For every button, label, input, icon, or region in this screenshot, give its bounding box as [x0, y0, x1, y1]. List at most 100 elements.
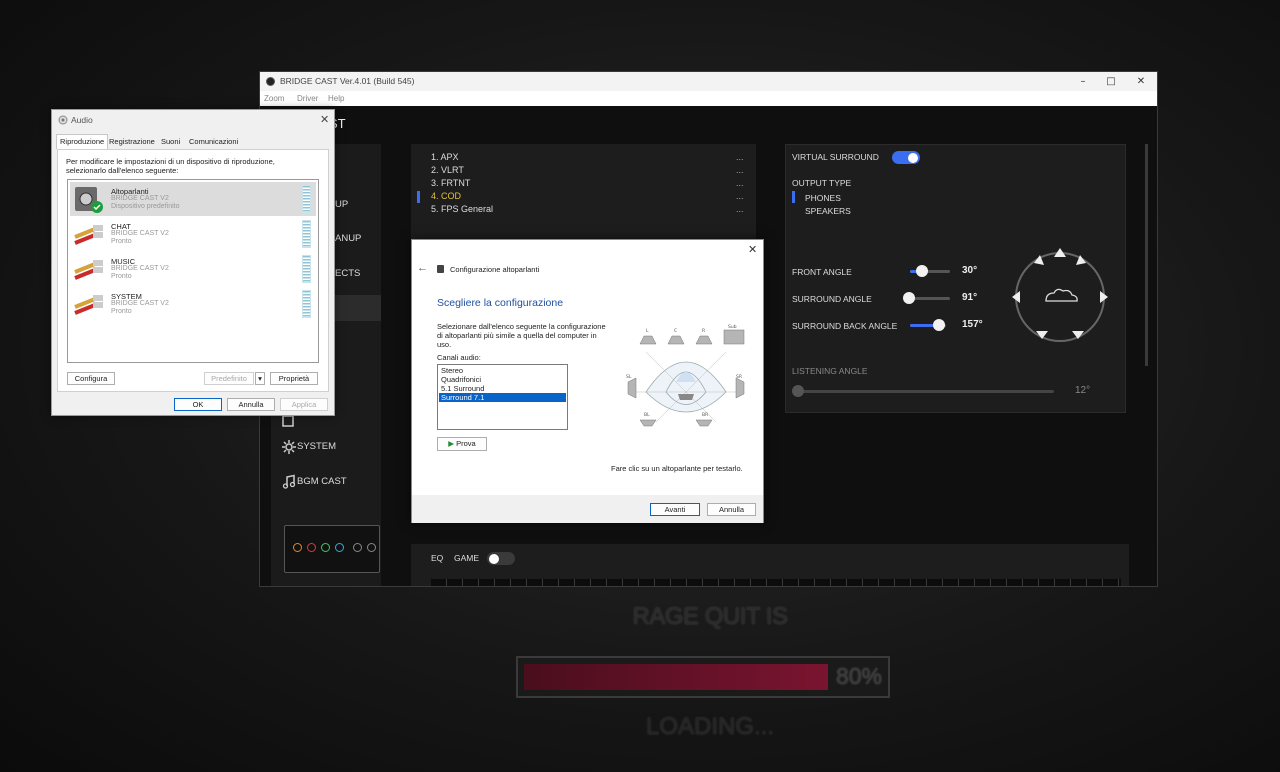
preset-item-2[interactable]: 2. VLRT... — [431, 165, 744, 175]
close-button[interactable]: ✕ — [1129, 74, 1153, 89]
speaker-label: BR — [702, 412, 708, 418]
preset-item-3[interactable]: 3. FRTNT... — [431, 178, 744, 188]
preset-item-5[interactable]: 5. FPS General... — [431, 204, 744, 214]
title-bar[interactable]: BRIDGE CAST Ver.4.01 (Build 545) – □ ✕ — [260, 72, 1157, 91]
cancel-button[interactable]: Annulla — [707, 503, 756, 516]
sidebar-item-bgm-cast[interactable]: BGM CAST — [271, 469, 381, 495]
knob-icon — [335, 543, 344, 552]
dialog-title: Configurazione altoparlanti — [450, 265, 540, 274]
sidebar-item-label: ECTS — [335, 268, 361, 279]
preset-item-4[interactable]: 4. COD... — [431, 191, 744, 201]
channels-label: Canali audio: — [437, 353, 481, 362]
device-thumbnail[interactable] — [284, 525, 380, 573]
preset-menu-button[interactable]: ... — [736, 178, 744, 188]
surround-angle-label: SURROUND ANGLE — [792, 294, 872, 304]
level-meter — [302, 255, 311, 283]
back-arrow-icon[interactable]: ← — [417, 262, 428, 274]
tab-suoni[interactable]: Suoni — [158, 135, 183, 149]
audio-dialog: Audio ✕ Riproduzione Registrazione Suoni… — [51, 109, 335, 416]
channel-option-quad[interactable]: Quadrifonici — [439, 375, 566, 384]
output-option-speakers[interactable]: SPEAKERS — [805, 206, 851, 216]
speaker-surround-right-icon — [735, 377, 745, 399]
device-driver: BRIDGE CAST V2 — [111, 265, 169, 272]
preset-menu-button[interactable]: ... — [736, 191, 744, 201]
preset-menu-button[interactable]: ... — [736, 152, 744, 162]
instructions-text: Per modificare le impostazioni di un dis… — [66, 157, 275, 175]
channel-option-7-1[interactable]: Surround 7.1 — [439, 393, 566, 402]
channel-list[interactable]: Stereo Quadrifonici 5.1 Surround Surroun… — [437, 364, 568, 430]
test-button[interactable]: ▶ Prova — [437, 437, 487, 451]
menu-zoom[interactable]: Zoom — [264, 94, 284, 103]
front-angle-value: 30° — [962, 265, 978, 276]
device-driver: BRIDGE CAST V2 — [111, 300, 169, 307]
scrollbar[interactable] — [1145, 144, 1148, 366]
menu-bar: Zoom Driver Help — [260, 91, 1157, 106]
tab-riproduzione[interactable]: Riproduzione — [56, 134, 109, 149]
channel-option-stereo[interactable]: Stereo — [439, 366, 566, 375]
loading-progress-label: 80% — [835, 663, 882, 689]
music-icon — [282, 474, 296, 489]
next-button[interactable]: Avanti — [650, 503, 700, 516]
tab-registrazione[interactable]: Registrazione — [106, 135, 158, 149]
game-label: GAME — [454, 553, 480, 563]
menu-driver[interactable]: Driver — [297, 94, 318, 103]
speaker-surround-left-icon — [627, 377, 637, 399]
surround-back-angle-thumb[interactable] — [933, 319, 945, 331]
close-icon[interactable]: ✕ — [748, 243, 757, 256]
list-item[interactable]: SYSTEM BRIDGE CAST V2 Pronto — [70, 287, 316, 321]
dialog-footer: Avanti Annulla — [412, 495, 763, 523]
listening-angle-slider[interactable] — [794, 390, 1054, 393]
eq-band-strip[interactable] — [431, 579, 1121, 586]
output-type-label: OUTPUT TYPE — [792, 178, 852, 188]
speaker-label: BL — [644, 412, 650, 418]
speaker-layout-diagram: L C R Sub SL SR BL BR — [626, 324, 745, 427]
active-preset-marker — [417, 191, 420, 203]
listener-head-icon — [1045, 288, 1078, 302]
list-item[interactable]: CHAT BRIDGE CAST V2 Pronto — [70, 217, 316, 251]
close-icon[interactable]: ✕ — [320, 113, 329, 126]
knob-icon — [321, 543, 330, 552]
list-item[interactable]: MUSIC BRIDGE CAST V2 Pronto — [70, 252, 316, 286]
channel-option-5-1[interactable]: 5.1 Surround — [439, 384, 566, 393]
surround-angle-diagram — [1012, 248, 1108, 342]
game-eq-toggle[interactable] — [487, 552, 515, 565]
gear-icon — [282, 440, 296, 454]
window-title: BRIDGE CAST Ver.4.01 (Build 545) — [280, 76, 415, 86]
front-angle-thumb[interactable] — [916, 265, 928, 277]
tab-panel: Per modificare le impostazioni di un dis… — [57, 149, 329, 392]
device-status: Dispositivo predefinito — [111, 203, 180, 210]
level-meter — [302, 185, 311, 213]
apply-button: Applica — [280, 398, 328, 411]
preset-menu-button[interactable]: ... — [736, 204, 744, 214]
configure-button[interactable]: Configura — [67, 372, 115, 385]
preset-item-1[interactable]: 1. APX... — [431, 152, 744, 162]
virtual-surround-label: VIRTUAL SURROUND — [792, 152, 879, 162]
virtual-surround-panel: VIRTUAL SURROUND OUTPUT TYPE PHONES SPEA… — [785, 144, 1126, 413]
device-driver: BRIDGE CAST V2 — [111, 230, 169, 237]
properties-button[interactable]: Proprietà — [270, 372, 318, 385]
rca-cable-icon — [74, 295, 103, 315]
sidebar-item-label: BGM CAST — [297, 476, 347, 487]
listening-angle-thumb[interactable] — [792, 385, 804, 397]
dialog-title: Audio — [71, 115, 93, 125]
list-item[interactable]: Altoparlanti BRIDGE CAST V2 Dispositivo … — [70, 182, 316, 216]
maximize-button[interactable]: □ — [1099, 74, 1123, 89]
output-option-phones[interactable]: PHONES — [805, 193, 841, 203]
cancel-button[interactable]: Annulla — [227, 398, 275, 411]
preset-label: 1. APX — [431, 152, 459, 162]
sidebar-item-label: UP — [335, 199, 349, 210]
tab-comunicazioni[interactable]: Comunicazioni — [186, 135, 241, 149]
preset-menu-button[interactable]: ... — [736, 165, 744, 175]
surround-angle-thumb[interactable] — [903, 292, 915, 304]
sidebar-item-system[interactable]: SYSTEM — [271, 434, 381, 460]
front-angle-label: FRONT ANGLE — [792, 267, 852, 277]
sidebar-item-label: ANUP — [335, 233, 362, 244]
ok-button[interactable]: OK — [174, 398, 222, 411]
eq-label: EQ — [431, 553, 444, 563]
virtual-surround-toggle[interactable] — [892, 151, 920, 164]
minimize-button[interactable]: – — [1071, 74, 1095, 89]
eq-panel: EQ GAME — [411, 544, 1129, 586]
device-list[interactable]: Altoparlanti BRIDGE CAST V2 Dispositivo … — [67, 179, 319, 363]
menu-help[interactable]: Help — [328, 94, 344, 103]
preset-label: 5. FPS General — [431, 204, 494, 214]
